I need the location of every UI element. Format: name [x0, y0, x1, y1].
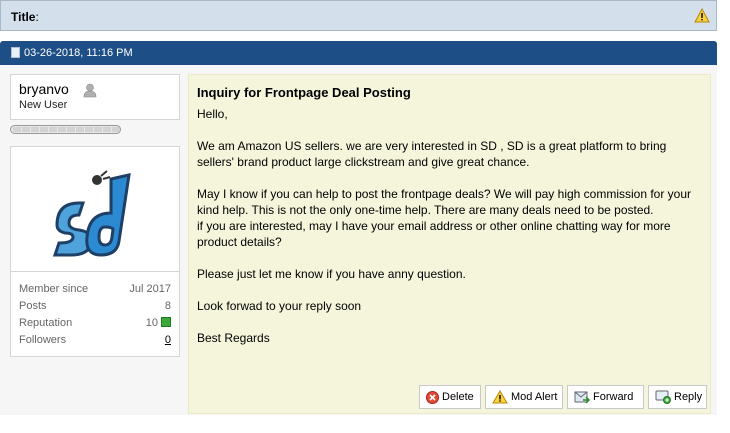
- user-stats: Member since Jul 2017 Posts 8 Reputation…: [11, 271, 179, 348]
- post-actions: Delete Mod Alert Forward Reply: [0, 385, 730, 409]
- message-paragraph: We am Amazon US sellers. we are very int…: [197, 139, 667, 169]
- message-paragraph: May I know if you can help to post the f…: [197, 187, 692, 217]
- stat-member-since: Member since Jul 2017: [19, 283, 171, 295]
- post-date: 03-26-2018, 11:16 PM: [24, 47, 133, 59]
- user-rank: New User: [19, 99, 68, 111]
- mod-alert-button[interactable]: Mod Alert: [485, 385, 563, 409]
- message-paragraph: if you are interested, may I have your e…: [197, 219, 671, 249]
- forward-icon: [574, 391, 590, 404]
- post-icon: [11, 47, 20, 58]
- title-bar: Title:: [0, 0, 717, 31]
- title-label: Title:: [11, 10, 39, 24]
- delete-icon: [426, 390, 439, 404]
- stat-reputation: Reputation 10: [11, 314, 179, 331]
- username-link[interactable]: bryanvo: [19, 81, 69, 97]
- followers-link[interactable]: 0: [165, 334, 171, 346]
- warning-icon[interactable]: [694, 8, 710, 23]
- message-title: Inquiry for Frontpage Deal Posting: [197, 85, 411, 100]
- reputation-bar: [10, 125, 121, 134]
- avatar-box: Member since Jul 2017 Posts 8 Reputation…: [10, 146, 180, 357]
- message-signoff: Best Regards: [197, 331, 270, 345]
- user-offline-icon: [83, 83, 97, 98]
- message-text: Hello, We am Amazon US sellers. we are v…: [197, 106, 702, 346]
- user-info: bryanvo New User: [10, 74, 180, 120]
- reply-button[interactable]: Reply: [648, 385, 707, 409]
- message-paragraph: Please just let me know if you have anny…: [197, 267, 466, 281]
- forward-button[interactable]: Forward: [567, 385, 644, 409]
- message-greeting: Hello,: [197, 107, 228, 121]
- delete-button[interactable]: Delete: [419, 385, 481, 409]
- reply-icon: [655, 390, 671, 404]
- message-body: Inquiry for Frontpage Deal Posting Hello…: [188, 74, 711, 414]
- warning-icon: [492, 390, 508, 404]
- post-header: 03-26-2018, 11:16 PM: [0, 41, 717, 65]
- message-paragraph: Look forwad to your reply soon: [197, 299, 362, 313]
- stat-followers: Followers 0: [19, 334, 171, 346]
- avatar[interactable]: [49, 167, 144, 257]
- reputation-value: 10: [146, 317, 171, 329]
- stat-posts: Posts 8: [19, 300, 171, 312]
